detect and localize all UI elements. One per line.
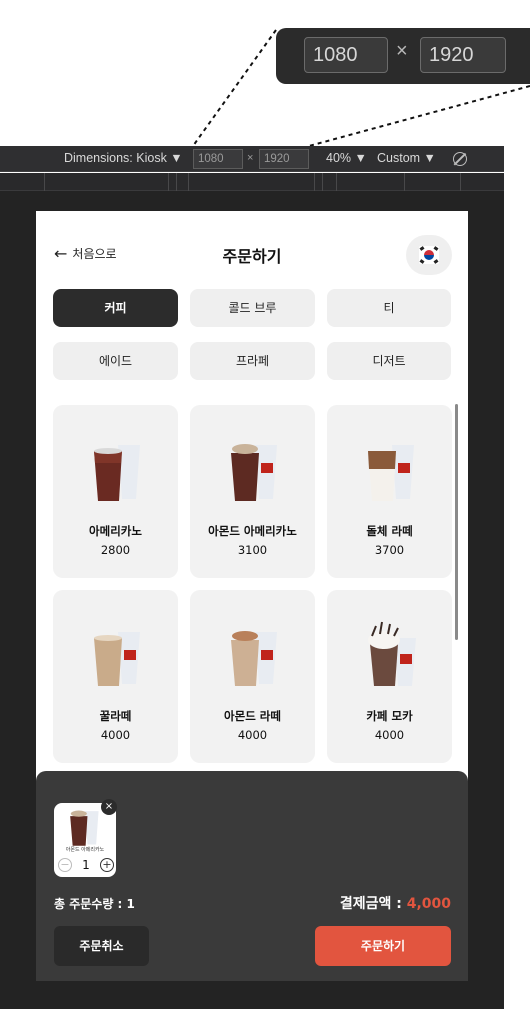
language-button[interactable]: [406, 235, 452, 275]
cart-item-name: 아몬드 아메리카노: [65, 847, 105, 853]
cart-panel: × 아몬드 아메리카노 − 1 + 총 주문수량 : 1 결제금액 : 4,00…: [36, 771, 468, 981]
product-name: 카페 모카: [366, 709, 413, 723]
total-amount: 결제금액 : 4,000: [340, 893, 451, 913]
throttle-dropdown[interactable]: Custom ▼: [377, 151, 436, 165]
product-price: 4000: [237, 728, 268, 742]
cafe-mocha-drink-image: [368, 621, 416, 686]
tab-dessert[interactable]: 디저트: [327, 342, 451, 380]
device-width-input[interactable]: 1080: [193, 149, 243, 169]
almond-americano-drink-image: [231, 444, 277, 501]
decrease-quantity-icon[interactable]: −: [58, 858, 72, 872]
tab-ade[interactable]: 에이드: [53, 342, 178, 380]
product-card[interactable]: 아메리카노 2800: [53, 405, 178, 578]
callout-times-sign: ×: [396, 40, 408, 62]
increase-quantity-icon[interactable]: +: [99, 858, 114, 872]
media-query-ruler: [0, 173, 504, 191]
place-order-button[interactable]: 주문하기: [315, 926, 451, 966]
device-times-sign: ×: [247, 152, 254, 164]
dimensions-dropdown[interactable]: Dimensions: Kiosk ▼: [64, 151, 183, 165]
product-card[interactable]: 꿀라떼 4000: [53, 590, 178, 763]
product-price: 4000: [374, 728, 405, 742]
product-name: 아몬드 라떼: [224, 709, 281, 723]
product-card[interactable]: 아몬드 아메리카노 3100: [190, 405, 315, 578]
rotate-icon[interactable]: [453, 152, 467, 166]
quantity-value: 1: [82, 858, 90, 872]
callout-height-field: 1920: [420, 37, 506, 73]
tab-cold-brew[interactable]: 콜드 브루: [190, 289, 315, 327]
dimension-callout: 1080 × 1920: [276, 28, 530, 84]
device-height-input[interactable]: 1920: [259, 149, 309, 169]
product-card[interactable]: 아몬드 라떼 4000: [190, 590, 315, 763]
remove-item-icon[interactable]: ×: [101, 799, 117, 815]
page-title: 주문하기: [222, 247, 282, 266]
kiosk-screen: ← 처음으로 주문하기 커피 콜드 브루 티 에이드 프라페 디저트 아메리카노…: [36, 211, 468, 981]
callout-width-field: 1080: [304, 37, 388, 73]
quantity-stepper: − 1 +: [58, 857, 114, 873]
tab-tea[interactable]: 티: [327, 289, 451, 327]
total-amount-label: 결제금액 :: [339, 896, 407, 912]
product-name: 아몬드 아메리카노: [208, 524, 297, 538]
korea-flag-icon: [419, 246, 439, 264]
tab-frappe[interactable]: 프라페: [190, 342, 315, 380]
total-quantity: 총 주문수량 : 1: [54, 897, 135, 911]
dolce-latte-drink-image: [368, 445, 414, 501]
americano-drink-image: [94, 445, 140, 501]
tab-coffee[interactable]: 커피: [53, 289, 178, 327]
product-price: 4000: [100, 728, 131, 742]
cart-item-drink-image: [70, 810, 99, 846]
honey-latte-drink-image: [94, 632, 140, 686]
product-price: 3100: [237, 543, 268, 557]
kiosk-header: ← 처음으로 주문하기: [36, 211, 468, 289]
product-price: 3700: [374, 543, 405, 557]
cancel-order-button[interactable]: 주문취소: [54, 926, 149, 966]
product-name: 꿀라떼: [99, 709, 132, 723]
device-toolbar: Dimensions: Kiosk ▼ 1080 × 1920 40% ▼ Cu…: [0, 146, 504, 172]
product-name: 아메리카노: [89, 524, 142, 538]
product-card[interactable]: 카페 모카 4000: [327, 590, 452, 763]
total-amount-value: 4,000: [406, 896, 451, 912]
product-price: 2800: [100, 543, 131, 557]
page: 1080 × 1920 Dimensions: Kiosk ▼ 1080 × 1…: [0, 0, 530, 1009]
zoom-dropdown[interactable]: 40% ▼: [326, 151, 367, 165]
almond-latte-drink-image: [231, 631, 277, 686]
product-name: 돌체 라떼: [366, 524, 413, 538]
product-card[interactable]: 돌체 라떼 3700: [327, 405, 452, 578]
cart-item: × 아몬드 아메리카노 − 1 +: [54, 799, 117, 877]
product-list-scrollbar[interactable]: [455, 404, 458, 640]
